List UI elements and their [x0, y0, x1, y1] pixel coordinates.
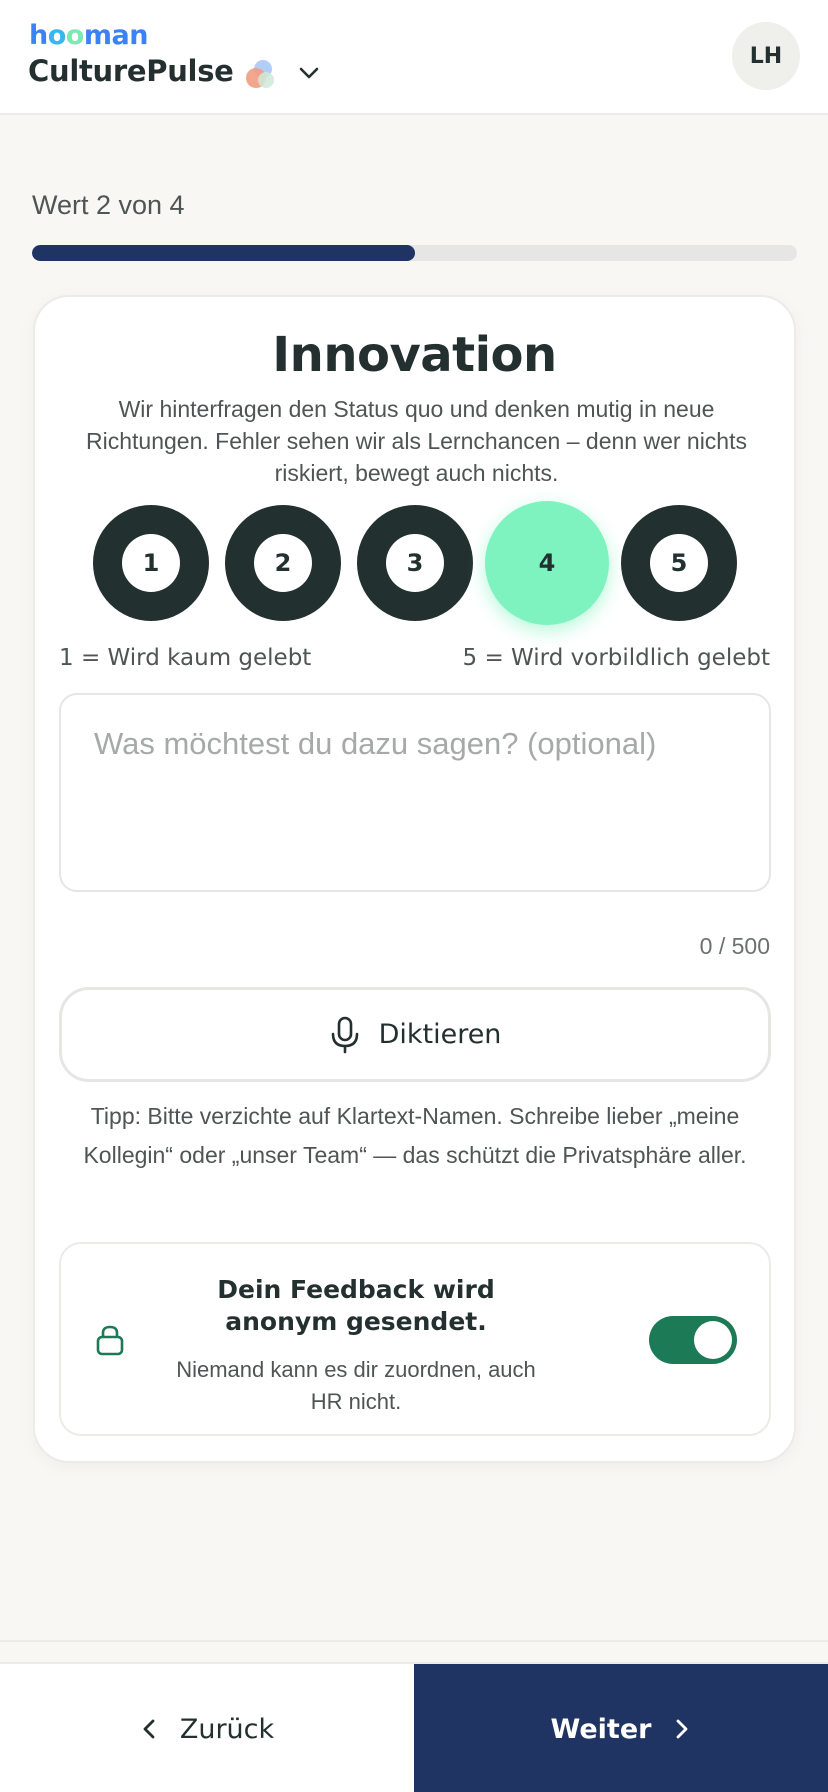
- chevron-right-icon: [677, 1719, 688, 1739]
- rating-option-2[interactable]: 2: [225, 505, 341, 621]
- dictate-button[interactable]: Diktieren: [59, 987, 771, 1082]
- rating-option-4[interactable]: 4: [485, 501, 609, 625]
- back-button[interactable]: Zurück: [0, 1664, 414, 1792]
- rating-option-label: 2: [254, 534, 312, 592]
- rating-option-3[interactable]: 3: [357, 505, 473, 621]
- chevron-left-icon: [143, 1719, 155, 1739]
- chevron-down-icon[interactable]: [296, 60, 322, 86]
- rating-option-label: 5: [650, 534, 708, 592]
- dictate-label: Diktieren: [378, 1019, 502, 1050]
- rating-option-label: 3: [386, 534, 444, 592]
- comment-input[interactable]: [59, 693, 771, 892]
- rating-option-label: 4: [538, 549, 556, 577]
- rating-option-5[interactable]: 5: [621, 505, 737, 621]
- anonymous-subtitle: Niemand kann es dir zuordnen, auch HR ni…: [176, 1357, 536, 1414]
- brand-letter: a: [111, 20, 130, 51]
- footer-divider: [0, 1640, 828, 1642]
- scale-high-label: 5 = Wird vorbildlich gelebt: [462, 645, 770, 671]
- character-count: 0 / 500: [699, 933, 770, 959]
- value-title: Innovation: [272, 327, 557, 383]
- anonymous-notice: Dein Feedback wird anonym gesendet. Niem…: [59, 1242, 771, 1436]
- rating-option-1[interactable]: 1: [93, 505, 209, 621]
- brand-letter: h: [29, 20, 48, 51]
- colored-bubbles-logo-icon: [246, 60, 274, 88]
- value-description: Wir hinterfragen den Status quo und denk…: [86, 396, 747, 486]
- hooman-logo: hooman: [29, 20, 148, 51]
- app-name[interactable]: CulturePulse: [28, 54, 234, 88]
- progress-bar: [32, 245, 797, 261]
- back-label: Zurück: [179, 1713, 275, 1745]
- brand-letter: m: [83, 20, 112, 51]
- progress-label: Wert 2 von 4: [32, 190, 185, 220]
- avatar[interactable]: LH: [732, 22, 800, 90]
- app-header: hooman CulturePulse LH: [0, 0, 828, 115]
- next-label: Weiter: [550, 1713, 652, 1745]
- rating-scale: 1 2 3 4 5: [35, 501, 794, 635]
- scale-low-label: 1 = Wird kaum gelebt: [59, 645, 312, 671]
- next-button[interactable]: Weiter: [414, 1664, 828, 1792]
- brand-letter: o: [65, 20, 85, 51]
- lock-icon: [96, 1325, 124, 1356]
- privacy-tip: Tipp: Bitte verzichte auf Klartext-Namen…: [83, 1103, 747, 1168]
- progress-bar-fill: [32, 245, 415, 261]
- anonymous-toggle[interactable]: [649, 1316, 737, 1364]
- microphone-icon: [331, 1016, 358, 1053]
- value-card: Innovation Wir hinterfragen den Status q…: [33, 295, 796, 1463]
- rating-option-label: 1: [122, 534, 180, 592]
- navigation-footer: Zurück Weiter: [0, 1662, 828, 1792]
- toggle-knob: [694, 1321, 732, 1359]
- brand-letter: o: [47, 20, 67, 51]
- anonymous-title: Dein Feedback wird anonym gesendet.: [217, 1275, 495, 1336]
- brand-letter: n: [129, 20, 148, 51]
